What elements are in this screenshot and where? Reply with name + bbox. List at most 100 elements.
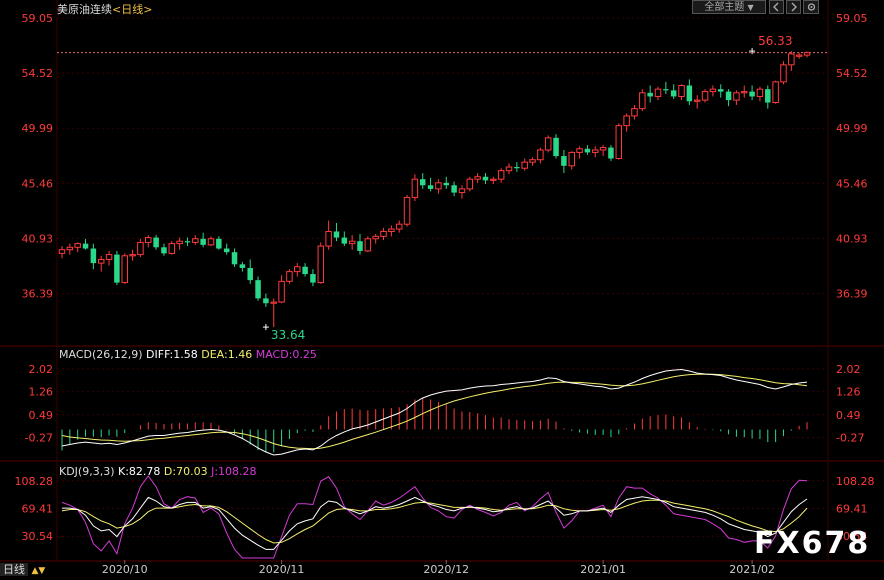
x-tick-label: 2021/01	[580, 563, 626, 576]
price-tick-right: 40.93	[836, 232, 868, 245]
dea-readout: DEA:1.46	[201, 348, 253, 361]
macd-tick-right: -0.27	[836, 432, 864, 445]
candle-body-up	[348, 240, 356, 245]
candle-body-down	[717, 89, 724, 92]
candle-body-up	[388, 228, 395, 232]
candle-body-up	[317, 245, 325, 284]
macd-tick-right: 1.26	[836, 386, 861, 399]
macd-tick-right: 2.02	[836, 363, 861, 376]
candle-body-up	[97, 258, 105, 264]
candle-body-up	[741, 91, 748, 94]
candle-body-up	[639, 92, 646, 110]
k-readout: K:82.78	[118, 465, 161, 478]
period-selector[interactable]: 日线 ▲▼	[0, 561, 45, 579]
candle-body-up	[466, 178, 474, 190]
candle-body-down	[223, 248, 230, 253]
macd-title: MACD(26,12,9)	[59, 348, 143, 361]
candle-body-up	[568, 151, 575, 167]
gear-icon[interactable]	[803, 0, 819, 14]
candle-body-up	[364, 238, 372, 252]
x-tick-label: 2021/02	[729, 563, 775, 576]
candle-body-down	[725, 91, 732, 101]
candle-body-up	[270, 301, 277, 304]
theme-dropdown-label: 全部主题	[704, 2, 745, 13]
candle-body-down	[239, 264, 246, 268]
period-label[interactable]: 日线	[121, 3, 143, 16]
candle-body-up	[192, 238, 199, 243]
candle-body-up	[599, 147, 607, 151]
candle-body-down	[663, 89, 669, 91]
period-open: <	[112, 3, 122, 16]
candle-body-up	[772, 81, 779, 104]
candle-body-up	[795, 54, 803, 57]
arrow-right-icon[interactable]	[786, 0, 801, 14]
candle-body-down	[443, 182, 450, 186]
candle-body-down	[82, 243, 89, 249]
candle-body-down	[216, 238, 222, 249]
macd-tick-left: -0.27	[25, 432, 53, 445]
candle-body-down	[686, 85, 693, 102]
candle-body-up	[615, 125, 623, 159]
candle-body-up	[623, 115, 630, 127]
theme-dropdown[interactable]: 全部主题 ▼	[692, 0, 766, 14]
candle-body-down	[765, 89, 771, 103]
candle-body-down	[341, 237, 348, 244]
candle-body-down	[670, 90, 677, 97]
candle-body-down	[419, 179, 426, 186]
scroll-arrows-icon[interactable]: ▲▼	[32, 566, 46, 576]
candle-body-up	[544, 137, 552, 151]
kdj-header: KDJ(9,3,3) K:82.78 D:70.03 J:108.28	[59, 465, 257, 478]
candle-body-down	[114, 254, 120, 283]
candle-body-up	[121, 255, 128, 284]
candle-body-up	[497, 170, 505, 180]
price-tick-left: 59.05	[22, 12, 54, 25]
candle-body-up	[411, 178, 419, 198]
period-selector-label: 日线	[0, 563, 28, 576]
candle-body-up	[395, 223, 403, 230]
candle-body-up	[733, 92, 740, 101]
candle-body-down	[608, 147, 614, 159]
candle-body-up	[74, 243, 81, 248]
candle-body-up	[678, 85, 685, 97]
candle-body-up	[458, 188, 466, 194]
candle-body-down	[263, 298, 269, 304]
candle-body-up	[278, 280, 285, 303]
candle-body-down	[333, 231, 340, 238]
candle-body-down	[184, 241, 191, 243]
watermark: FX678	[754, 526, 871, 561]
candle-body-up	[176, 240, 183, 245]
candle-body-up	[521, 161, 528, 169]
d-readout: D:70.03	[163, 465, 208, 478]
candle-body-down	[482, 176, 489, 181]
candle-body-down	[584, 148, 591, 153]
chart-canvas: 56.33 33.64 36.39 36.39 40.93 40.93 45.46 45.4…	[0, 0, 884, 579]
candle-body-up	[372, 235, 379, 240]
arrow-left-icon[interactable]	[769, 0, 784, 14]
price-tick-left: 40.93	[22, 232, 54, 245]
candle-body-down	[451, 185, 457, 193]
macd-tick-left: 0.49	[29, 409, 54, 422]
candle-body-up	[286, 271, 293, 282]
candle-body-up	[168, 243, 176, 254]
price-tick-right: 36.39	[836, 288, 868, 301]
candle-body-up	[474, 176, 481, 180]
instrument-name: 美原油连续	[57, 3, 112, 16]
candle-body-up	[631, 108, 638, 117]
candle-body-up	[294, 266, 301, 273]
candle-body-up	[380, 230, 387, 237]
candle-body-down	[200, 238, 206, 245]
candle-body-up	[435, 182, 442, 190]
price-tick-right: 54.52	[836, 67, 868, 80]
candle-body-down	[90, 248, 97, 264]
candle-body-down	[255, 280, 261, 299]
candle-body-up	[576, 148, 583, 153]
macd-tick-left: 2.02	[29, 363, 54, 376]
kdj-tick-right: 108.28	[836, 475, 875, 488]
candle-body-up	[325, 230, 332, 247]
candle-body-down	[247, 267, 253, 281]
candle-body-up	[701, 91, 709, 101]
candle-body-down	[427, 185, 434, 189]
candle-body-down	[647, 92, 653, 97]
price-tick-left: 49.99	[22, 122, 54, 135]
diff-readout: DIFF:1.58	[146, 348, 198, 361]
